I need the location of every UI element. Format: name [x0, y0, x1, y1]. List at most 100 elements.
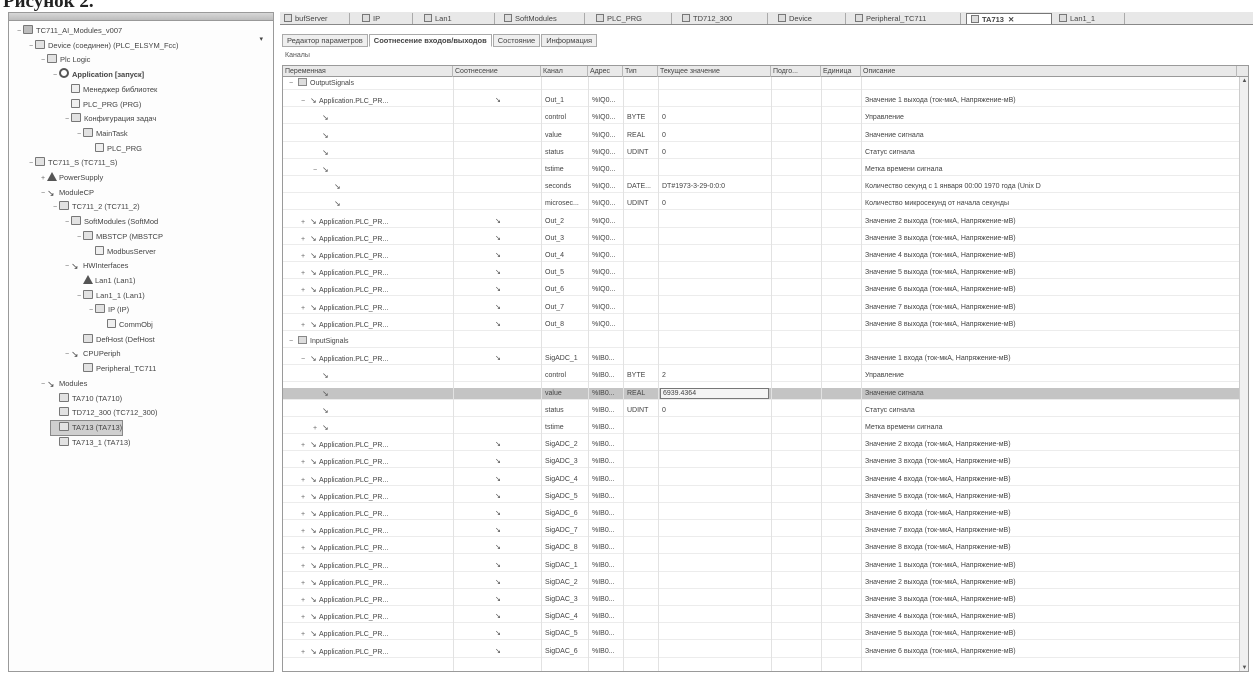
tree-node[interactable]: − HWInterfaces: [63, 259, 128, 273]
tree-node[interactable]: TD712_300 (TC712_300): [51, 406, 157, 420]
tree-node[interactable]: CommObj: [99, 318, 153, 332]
collapse-icon[interactable]: −: [289, 336, 298, 348]
tree-node[interactable]: − Plc Logic: [39, 53, 90, 67]
document-tab[interactable]: Lan1_1: [1055, 13, 1125, 24]
table-row[interactable]: + ↘ Application.PLC_PR... ↘ Out_6 %IQ0... Знач…: [283, 284, 1248, 297]
collapse-icon[interactable]: −: [301, 354, 310, 365]
table-row[interactable]: − ↘ Application.PLC_PR... ↘ SigADC_1 %IB0... З…: [283, 353, 1248, 366]
collapse-icon[interactable]: −: [63, 348, 71, 362]
collapse-icon[interactable]: −: [301, 96, 310, 107]
expand-icon[interactable]: +: [301, 509, 310, 520]
val-cell[interactable]: 6939.4364: [660, 387, 769, 399]
expand-icon[interactable]: +: [301, 595, 310, 606]
table-row[interactable]: + ↘ Application.PLC_PR... ↘ SigADC_4 %IB0... З…: [283, 474, 1248, 486]
tree-node[interactable]: − Application [запуск]: [51, 68, 144, 82]
collapse-icon[interactable]: −: [63, 216, 71, 230]
tree-node[interactable]: − TC711_S (TC711_S): [27, 156, 117, 170]
document-tab[interactable]: TD712_300: [678, 13, 768, 24]
table-row[interactable]: ↘ value %IQ0... REAL 0 Значение сигнала: [283, 130, 1248, 142]
tree-node[interactable]: − TC711_2 (TC711_2): [51, 200, 140, 214]
scroll-up-icon[interactable]: ▲: [1240, 77, 1248, 86]
close-icon[interactable]: ✕: [1008, 15, 1014, 24]
table-row[interactable]: ↘ microsec... %IQ0... UDINT 0 Количество микр…: [283, 198, 1248, 211]
tree-node[interactable]: − TC711_AI_Modules_v007: [15, 24, 122, 38]
expand-icon[interactable]: +: [301, 268, 310, 279]
collapse-icon[interactable]: −: [15, 25, 23, 39]
column-header[interactable]: Переменная: [283, 66, 453, 77]
expand-icon[interactable]: +: [313, 423, 322, 434]
document-tab[interactable]: SoftModules: [500, 13, 585, 24]
expand-icon[interactable]: +: [301, 561, 310, 572]
table-row[interactable]: ↘ value %IB0... REAL 6939.4364 Значение сигна…: [283, 387, 1248, 400]
expand-icon[interactable]: +: [301, 303, 310, 314]
expand-icon[interactable]: +: [301, 578, 310, 589]
expand-icon[interactable]: +: [301, 543, 310, 554]
collapse-icon[interactable]: −: [51, 201, 59, 215]
tree-node[interactable]: Менеджер библиотек: [63, 83, 157, 97]
tree-node[interactable]: − Device (соединен) (PLC_ELSYM_Fcc): [27, 39, 179, 53]
tree-node[interactable]: PLC_PRG (PRG): [63, 98, 141, 112]
collapse-icon[interactable]: −: [87, 304, 95, 318]
table-row[interactable]: + ↘ Application.PLC_PR... ↘ SigDAC_1 %IB0... З…: [283, 560, 1248, 572]
expand-icon[interactable]: +: [301, 629, 310, 640]
collapse-icon[interactable]: −: [289, 78, 298, 90]
expand-icon[interactable]: +: [301, 234, 310, 245]
expand-icon[interactable]: +: [301, 612, 310, 623]
column-header[interactable]: Канал: [541, 66, 588, 77]
expand-icon[interactable]: +: [301, 320, 310, 331]
expand-icon[interactable]: +: [301, 647, 310, 658]
collapse-icon[interactable]: −: [51, 69, 59, 83]
tree-node[interactable]: Peripheral_TC711: [75, 362, 156, 376]
table-row[interactable]: + ↘ Application.PLC_PR... ↘ SigADC_3 %IB0... З…: [283, 456, 1248, 469]
tree-node[interactable]: − SoftModules (SoftMod: [63, 215, 158, 229]
table-row[interactable]: + ↘ Application.PLC_PR... ↘ SigADC_6 %IB0... З…: [283, 508, 1248, 520]
tree-node[interactable]: DefHost (DefHost: [75, 333, 155, 347]
table-row[interactable]: + ↘ Application.PLC_PR... ↘ Out_4 %IQ0... Знач…: [283, 250, 1248, 262]
table-row[interactable]: + ↘ Application.PLC_PR... ↘ SigADC_8 %IB0... З…: [283, 542, 1248, 555]
collapse-icon[interactable]: −: [27, 40, 35, 54]
expand-icon[interactable]: +: [301, 440, 310, 451]
table-row[interactable]: + ↘ Application.PLC_PR... ↘ SigADC_2 %IB0... З…: [283, 439, 1248, 452]
grid-scrollbar[interactable]: ▲ ▼: [1239, 77, 1248, 671]
document-tab[interactable]: IP: [358, 13, 413, 24]
document-tab[interactable]: PLC_PRG: [592, 13, 672, 24]
table-row[interactable]: − InputSignals: [283, 336, 1248, 348]
table-row[interactable]: + ↘ Application.PLC_PR... ↘ SigADC_5 %IB0... З…: [283, 491, 1248, 503]
collapse-icon[interactable]: −: [75, 290, 83, 304]
tree-node[interactable]: − CPUPeriph: [63, 347, 121, 361]
tree-node[interactable]: TA710 (TA710): [51, 392, 122, 406]
tree-node[interactable]: PLC_PRG: [87, 142, 142, 156]
table-row[interactable]: ↘ control %IQ0... BYTE 0 Управление: [283, 112, 1248, 125]
collapse-icon[interactable]: −: [27, 157, 35, 171]
expand-icon[interactable]: +: [301, 217, 310, 228]
expand-icon[interactable]: +: [301, 492, 310, 503]
document-tab[interactable]: Lan1: [420, 13, 495, 24]
tree-node[interactable]: − Конфигурация задач: [63, 112, 156, 126]
collapse-icon[interactable]: −: [63, 113, 71, 127]
expand-icon[interactable]: +: [301, 457, 310, 468]
tree-node[interactable]: − Lan1_1 (Lan1): [75, 289, 145, 303]
table-row[interactable]: ↘ control %IB0... BYTE 2 Управление: [283, 370, 1248, 383]
table-row[interactable]: ↘ seconds %IQ0... DATE... DT#1973-3-29-0:0:0…: [283, 181, 1248, 194]
table-row[interactable]: + ↘ Application.PLC_PR... ↘ SigDAC_3 %IB0... З…: [283, 594, 1248, 606]
column-header[interactable]: Описание: [861, 66, 1237, 77]
tree-node[interactable]: − IP (IP): [87, 303, 129, 317]
column-header[interactable]: Тип: [623, 66, 658, 77]
document-tab[interactable]: bufServer: [280, 13, 350, 24]
collapse-icon[interactable]: −: [39, 378, 47, 392]
table-row[interactable]: + ↘ Application.PLC_PR... ↘ SigDAC_6 %IB0... З…: [283, 646, 1248, 658]
column-header[interactable]: Единица: [821, 66, 861, 77]
document-tab[interactable]: Peripheral_TC711: [851, 13, 961, 24]
tree-node[interactable]: − MBSTCP (MBSTCP: [75, 230, 163, 244]
tree-node[interactable]: ModbusServer: [87, 245, 156, 259]
expand-icon[interactable]: +: [301, 475, 310, 486]
column-header[interactable]: Соотнесение: [453, 66, 541, 77]
editor-tab[interactable]: Редактор параметров: [282, 34, 368, 47]
tree-node[interactable]: Lan1 (Lan1): [75, 274, 135, 288]
table-row[interactable]: + ↘ Application.PLC_PR... ↘ SigDAC_4 %IB0... З…: [283, 611, 1248, 624]
expand-icon[interactable]: +: [301, 251, 310, 262]
expand-icon[interactable]: +: [39, 172, 47, 186]
tree-node[interactable]: − ModuleCP: [39, 186, 94, 200]
expand-icon[interactable]: +: [301, 285, 310, 296]
column-header[interactable]: Подго...: [771, 66, 821, 77]
